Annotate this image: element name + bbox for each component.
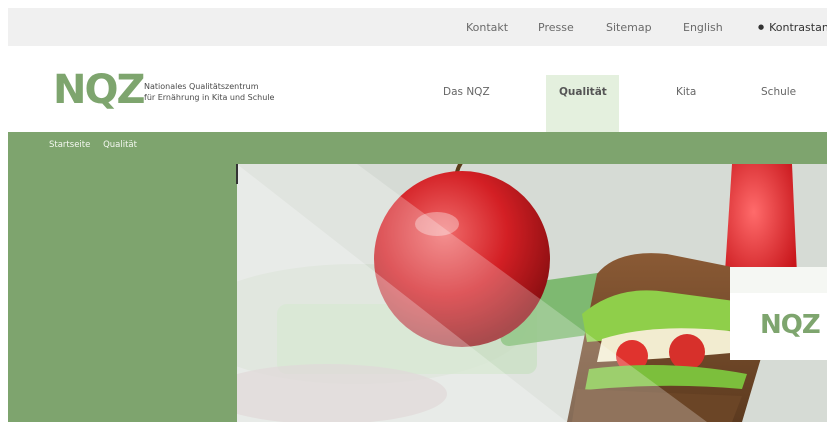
hero-logo-card: NQZ <box>730 267 827 360</box>
utility-link-sitemap[interactable]: Sitemap <box>606 21 652 34</box>
nav-item-das-nqz[interactable]: Das NQZ <box>443 86 490 98</box>
utility-link-english[interactable]: English <box>683 21 723 34</box>
utility-bar: Kontakt Presse Sitemap English ● Kontrast… <box>8 8 827 46</box>
logo-line-2: für Ernährung in Kita und Schule <box>144 93 275 102</box>
active-nav-highlight <box>546 75 619 132</box>
logo-text[interactable]: Nationales Qualitätszentrum für Ernährun… <box>144 81 319 103</box>
nav-item-schule[interactable]: Schule <box>761 86 796 98</box>
nav-item-kita[interactable]: Kita <box>676 86 696 98</box>
breadcrumb-separator <box>95 140 98 150</box>
breadcrumb-current: Qualität <box>103 140 137 150</box>
site-header: NQZ Nationales Qualitätszentrum für Ernä… <box>8 46 827 132</box>
contrast-toggle[interactable]: ● Kontrastansicht <box>758 21 827 34</box>
utility-link-presse[interactable]: Presse <box>538 21 574 34</box>
logo-mark[interactable]: NQZ <box>53 70 145 110</box>
logo-line-1: Nationales Qualitätszentrum <box>144 82 259 91</box>
breadcrumb: Startseite Qualität <box>49 140 137 150</box>
text-cursor <box>236 164 238 184</box>
hero-card-top <box>730 267 827 293</box>
utility-link-kontakt[interactable]: Kontakt <box>466 21 508 34</box>
breadcrumb-home[interactable]: Startseite <box>49 140 90 150</box>
nav-item-qualitaet[interactable]: Qualität <box>559 86 607 98</box>
hero-card-logo: NQZ <box>760 310 821 340</box>
contrast-label: Kontrastansicht <box>769 21 827 34</box>
contrast-icon: ● <box>758 23 765 31</box>
